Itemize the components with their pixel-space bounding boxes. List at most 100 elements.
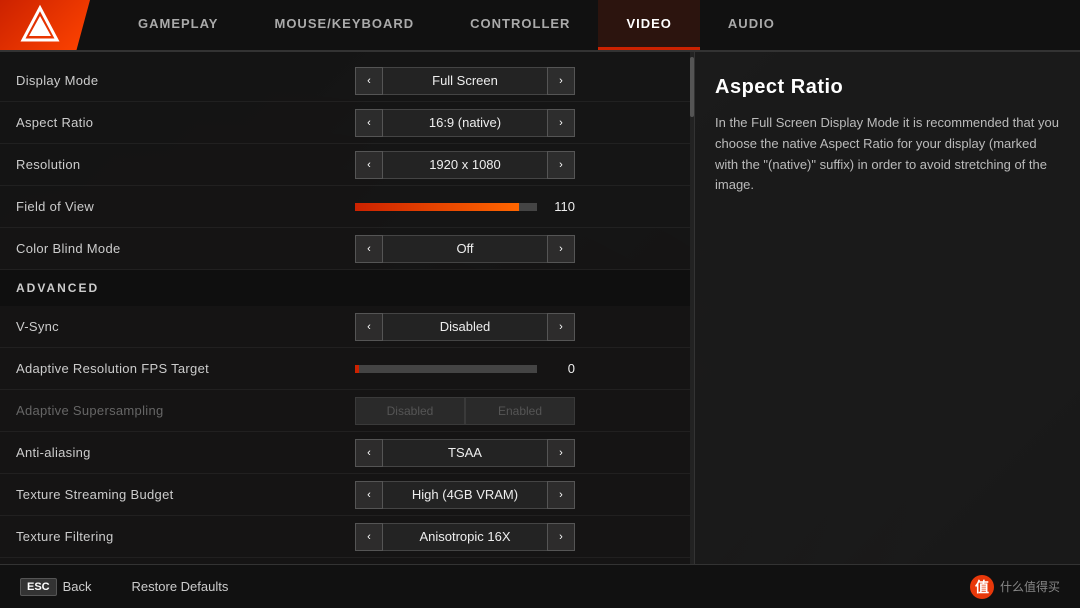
adaptive-ss-toggle: Disabled Enabled bbox=[355, 397, 575, 425]
topbar: GAMEPLAY MOUSE/KEYBOARD CONTROLLER VIDEO… bbox=[0, 0, 1080, 52]
color-blind-label: Color Blind Mode bbox=[16, 241, 256, 256]
display-mode-selector: ‹ Full Screen › bbox=[355, 67, 575, 95]
color-blind-next[interactable]: › bbox=[547, 235, 575, 263]
settings-panel: Display Mode ‹ Full Screen › Aspect Rati… bbox=[0, 52, 690, 564]
aspect-ratio-selector: ‹ 16:9 (native) › bbox=[355, 109, 575, 137]
setting-adaptive-ss: Adaptive Supersampling Disabled Enabled bbox=[0, 390, 690, 432]
vsync-next[interactable]: › bbox=[547, 313, 575, 341]
texture-budget-next[interactable]: › bbox=[547, 481, 575, 509]
watermark-text: 什么值得买 bbox=[1000, 578, 1060, 595]
display-mode-next[interactable]: › bbox=[547, 67, 575, 95]
setting-texture-budget: Texture Streaming Budget ‹ High (4GB VRA… bbox=[0, 474, 690, 516]
setting-color-blind: Color Blind Mode ‹ Off › bbox=[0, 228, 690, 270]
watermark: 值 什么值得买 bbox=[970, 575, 1060, 599]
vsync-label: V-Sync bbox=[16, 319, 256, 334]
scroll-thumb[interactable] bbox=[690, 57, 694, 117]
texture-budget-value: High (4GB VRAM) bbox=[383, 481, 547, 509]
resolution-label: Resolution bbox=[16, 157, 256, 172]
adaptive-fps-slider: 0 bbox=[355, 361, 575, 376]
vsync-selector: ‹ Disabled › bbox=[355, 313, 575, 341]
adaptive-fps-label: Adaptive Resolution FPS Target bbox=[16, 361, 256, 376]
texture-filtering-value: Anisotropic 16X bbox=[383, 523, 547, 551]
aspect-ratio-prev[interactable]: ‹ bbox=[355, 109, 383, 137]
aspect-ratio-control: ‹ 16:9 (native) › bbox=[256, 109, 674, 137]
anti-aliasing-selector: ‹ TSAA › bbox=[355, 439, 575, 467]
resolution-selector: ‹ 1920 x 1080 › bbox=[355, 151, 575, 179]
texture-filtering-label: Texture Filtering bbox=[16, 529, 256, 544]
setting-texture-filtering: Texture Filtering ‹ Anisotropic 16X › bbox=[0, 516, 690, 558]
tab-controller[interactable]: CONTROLLER bbox=[442, 0, 598, 50]
main-content: Display Mode ‹ Full Screen › Aspect Rati… bbox=[0, 52, 1080, 564]
resolution-next[interactable]: › bbox=[547, 151, 575, 179]
anti-aliasing-prev[interactable]: ‹ bbox=[355, 439, 383, 467]
color-blind-value: Off bbox=[383, 235, 547, 263]
resolution-prev[interactable]: ‹ bbox=[355, 151, 383, 179]
back-label: Back bbox=[63, 579, 92, 594]
anti-aliasing-value: TSAA bbox=[383, 439, 547, 467]
setting-aspect-ratio: Aspect Ratio ‹ 16:9 (native) › bbox=[0, 102, 690, 144]
adaptive-fps-fill bbox=[355, 365, 359, 373]
logo-area bbox=[0, 0, 90, 50]
color-blind-prev[interactable]: ‹ bbox=[355, 235, 383, 263]
tab-mouse[interactable]: MOUSE/KEYBOARD bbox=[246, 0, 442, 50]
restore-defaults-button[interactable]: Restore Defaults bbox=[132, 579, 229, 594]
display-mode-control: ‹ Full Screen › bbox=[256, 67, 674, 95]
fov-slider: 110 bbox=[355, 199, 575, 214]
display-mode-prev[interactable]: ‹ bbox=[355, 67, 383, 95]
resolution-value: 1920 x 1080 bbox=[383, 151, 547, 179]
texture-budget-control: ‹ High (4GB VRAM) › bbox=[256, 481, 674, 509]
vsync-value: Disabled bbox=[383, 313, 547, 341]
anti-aliasing-label: Anti-aliasing bbox=[16, 445, 256, 460]
adaptive-fps-track[interactable] bbox=[355, 365, 537, 373]
display-mode-value: Full Screen bbox=[383, 67, 547, 95]
info-body: In the Full Screen Display Mode it is re… bbox=[715, 113, 1060, 196]
fov-fill bbox=[355, 203, 519, 211]
advanced-section-title: ADVANCED bbox=[16, 281, 99, 295]
bottom-bar: ESC Back Restore Defaults 值 什么值得买 bbox=[0, 564, 1080, 608]
tab-video[interactable]: VIDEO bbox=[598, 0, 699, 50]
advanced-section-header: ADVANCED bbox=[0, 270, 690, 306]
texture-budget-prev[interactable]: ‹ bbox=[355, 481, 383, 509]
color-blind-control: ‹ Off › bbox=[256, 235, 674, 263]
resolution-control: ‹ 1920 x 1080 › bbox=[256, 151, 674, 179]
info-panel: Aspect Ratio In the Full Screen Display … bbox=[694, 52, 1080, 564]
setting-fov: Field of View 110 bbox=[0, 186, 690, 228]
aspect-ratio-label: Aspect Ratio bbox=[16, 115, 256, 130]
display-mode-label: Display Mode bbox=[16, 73, 256, 88]
adaptive-fps-value: 0 bbox=[545, 361, 575, 376]
adaptive-ss-label: Adaptive Supersampling bbox=[16, 403, 256, 418]
setting-resolution: Resolution ‹ 1920 x 1080 › bbox=[0, 144, 690, 186]
fov-label: Field of View bbox=[16, 199, 256, 214]
back-button[interactable]: ESC Back bbox=[20, 578, 92, 596]
nav-tabs: GAMEPLAY MOUSE/KEYBOARD CONTROLLER VIDEO… bbox=[90, 0, 1080, 50]
fov-value: 110 bbox=[545, 199, 575, 214]
anti-aliasing-control: ‹ TSAA › bbox=[256, 439, 674, 467]
adaptive-ss-enabled-btn[interactable]: Enabled bbox=[465, 397, 575, 425]
watermark-icon: 值 bbox=[970, 575, 994, 599]
fov-track[interactable] bbox=[355, 203, 537, 211]
info-title: Aspect Ratio bbox=[715, 76, 1060, 99]
texture-filtering-selector: ‹ Anisotropic 16X › bbox=[355, 523, 575, 551]
adaptive-ss-control: Disabled Enabled bbox=[256, 397, 674, 425]
setting-anti-aliasing: Anti-aliasing ‹ TSAA › bbox=[0, 432, 690, 474]
adaptive-ss-disabled-btn[interactable]: Disabled bbox=[355, 397, 465, 425]
adaptive-fps-control: 0 bbox=[256, 361, 674, 376]
esc-key-label: ESC bbox=[20, 578, 57, 596]
aspect-ratio-value: 16:9 (native) bbox=[383, 109, 547, 137]
tab-gameplay[interactable]: GAMEPLAY bbox=[110, 0, 246, 50]
scroll-divider bbox=[690, 52, 694, 564]
texture-filtering-next[interactable]: › bbox=[547, 523, 575, 551]
setting-adaptive-fps: Adaptive Resolution FPS Target 0 bbox=[0, 348, 690, 390]
anti-aliasing-next[interactable]: › bbox=[547, 439, 575, 467]
restore-label: Restore Defaults bbox=[132, 579, 229, 594]
setting-vsync: V-Sync ‹ Disabled › bbox=[0, 306, 690, 348]
vsync-prev[interactable]: ‹ bbox=[355, 313, 383, 341]
color-blind-selector: ‹ Off › bbox=[355, 235, 575, 263]
texture-filtering-prev[interactable]: ‹ bbox=[355, 523, 383, 551]
setting-display-mode: Display Mode ‹ Full Screen › bbox=[0, 60, 690, 102]
texture-budget-label: Texture Streaming Budget bbox=[16, 487, 256, 502]
tab-audio[interactable]: AUDIO bbox=[700, 0, 803, 50]
texture-filtering-control: ‹ Anisotropic 16X › bbox=[256, 523, 674, 551]
aspect-ratio-next[interactable]: › bbox=[547, 109, 575, 137]
vsync-control: ‹ Disabled › bbox=[256, 313, 674, 341]
